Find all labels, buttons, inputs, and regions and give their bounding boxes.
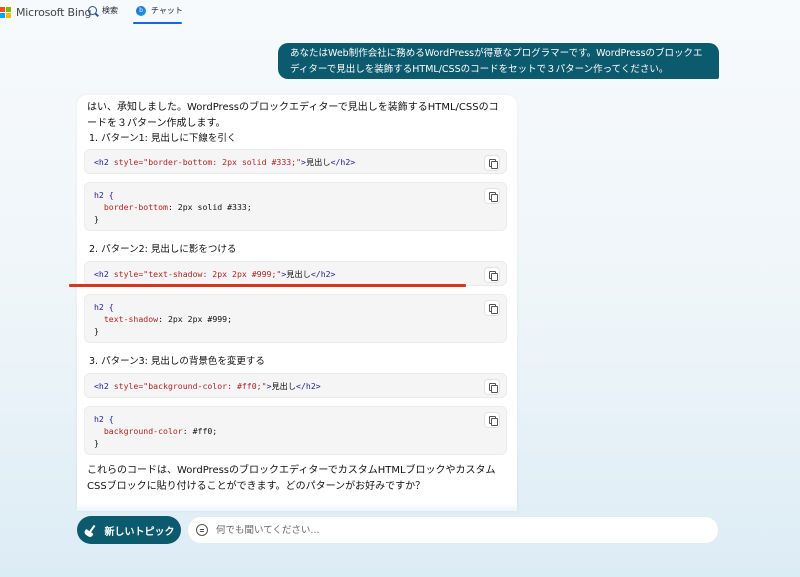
code-text: 見出し xyxy=(305,157,331,167)
code-close: } xyxy=(94,214,99,224)
pattern-3-label: 3. パターン3: 見出しの背景色を変更する xyxy=(89,356,265,367)
code-value: : #ff0; xyxy=(182,426,218,436)
pattern-1-css-code: h2 { border-bottom: 2px solid #333; } xyxy=(84,182,507,231)
annotation-underline xyxy=(69,284,466,287)
broom-icon xyxy=(84,524,97,537)
copy-icon[interactable] xyxy=(484,155,500,171)
user-message: あなたはWeb制作会社に務めるWordPressが得意なプログラマーです。Wor… xyxy=(278,43,719,79)
bot-intro-text: はい、承知しました。WordPressのブロックエディターで見出しを装飾するHT… xyxy=(87,102,499,129)
bot-outro-text: これらのコードは、WordPressのブロックエディターでカスタムHTMLブロッ… xyxy=(87,465,496,492)
code-property: border-bottom xyxy=(103,202,168,212)
code-property: text-shadow xyxy=(103,314,159,324)
code-value: : 2px solid #333; xyxy=(167,202,252,212)
copy-icon[interactable] xyxy=(484,412,500,428)
copy-icon[interactable] xyxy=(484,300,500,316)
code-value: : 2px 2px #999; xyxy=(158,314,233,324)
pattern-1-html-code: <h2 style="border-bottom: 2px solid #333… xyxy=(84,149,507,174)
pattern-3-html-code: <h2 style="background-color: #ff0;">見出し<… xyxy=(84,373,507,398)
code-attr: style="border-bottom: 2px solid #333;" xyxy=(113,157,302,167)
code-property: background-color xyxy=(103,426,183,436)
code-selector: h2 { xyxy=(94,190,114,200)
copy-icon[interactable] xyxy=(484,188,500,204)
code-tag: <h2 xyxy=(94,381,114,391)
code-tag: <h2 xyxy=(94,157,114,167)
tab-chat-label: チャット xyxy=(151,6,183,15)
code-selector: h2 { xyxy=(94,302,114,312)
copy-icon[interactable] xyxy=(484,267,500,283)
search-icon xyxy=(88,6,97,15)
card-fade xyxy=(77,503,517,511)
code-text: 見出し xyxy=(271,381,297,391)
code-close: } xyxy=(94,326,99,336)
microsoft-logo-icon xyxy=(0,7,11,18)
bot-response-card: はい、承知しました。WordPressのブロックエディターで見出しを装飾するHT… xyxy=(77,95,517,511)
pattern-2-label: 2. パターン2: 見出しに影をつける xyxy=(89,244,237,255)
code-tag: </h2> xyxy=(296,381,321,391)
code-selector: h2 { xyxy=(94,414,114,424)
new-topic-button[interactable]: 新しいトピック xyxy=(77,516,181,544)
pattern-2-css-code: h2 { text-shadow: 2px 2px #999; } xyxy=(84,294,507,343)
copy-icon[interactable] xyxy=(484,379,500,395)
ask-box[interactable] xyxy=(187,516,719,544)
pattern-1-label: 1. パターン1: 見出しに下線を引く xyxy=(89,133,237,144)
chat-bubble-icon xyxy=(196,524,208,536)
chat-icon: b xyxy=(136,5,146,16)
tab-search-label: 検索 xyxy=(102,6,118,15)
code-tag: </h2> xyxy=(330,157,356,167)
new-topic-label: 新しいトピック xyxy=(104,526,175,538)
code-tag: <h2 xyxy=(94,269,114,279)
bing-logo[interactable]: Microsoft Bing xyxy=(0,6,92,19)
code-close: } xyxy=(94,438,99,448)
logo-text: Microsoft Bing xyxy=(16,6,92,19)
active-tab-indicator xyxy=(133,22,182,24)
pattern-3-css-code: h2 { background-color: #ff0; } xyxy=(84,406,507,455)
code-attr: style="text-shadow: 2px 2px #999;" xyxy=(113,269,282,279)
code-text: 見出し xyxy=(286,269,311,279)
code-tag: </h2> xyxy=(310,269,336,279)
tab-search[interactable]: 検索 xyxy=(88,5,118,16)
pattern-2-html-code: <h2 style="text-shadow: 2px 2px #999;">見… xyxy=(84,261,507,286)
top-bar: Microsoft Bing 検索 b チャット xyxy=(0,0,800,26)
tab-chat[interactable]: b チャット xyxy=(136,5,183,16)
ask-input[interactable] xyxy=(216,524,696,536)
code-attr: style="background-color: #ff0;" xyxy=(113,381,267,391)
